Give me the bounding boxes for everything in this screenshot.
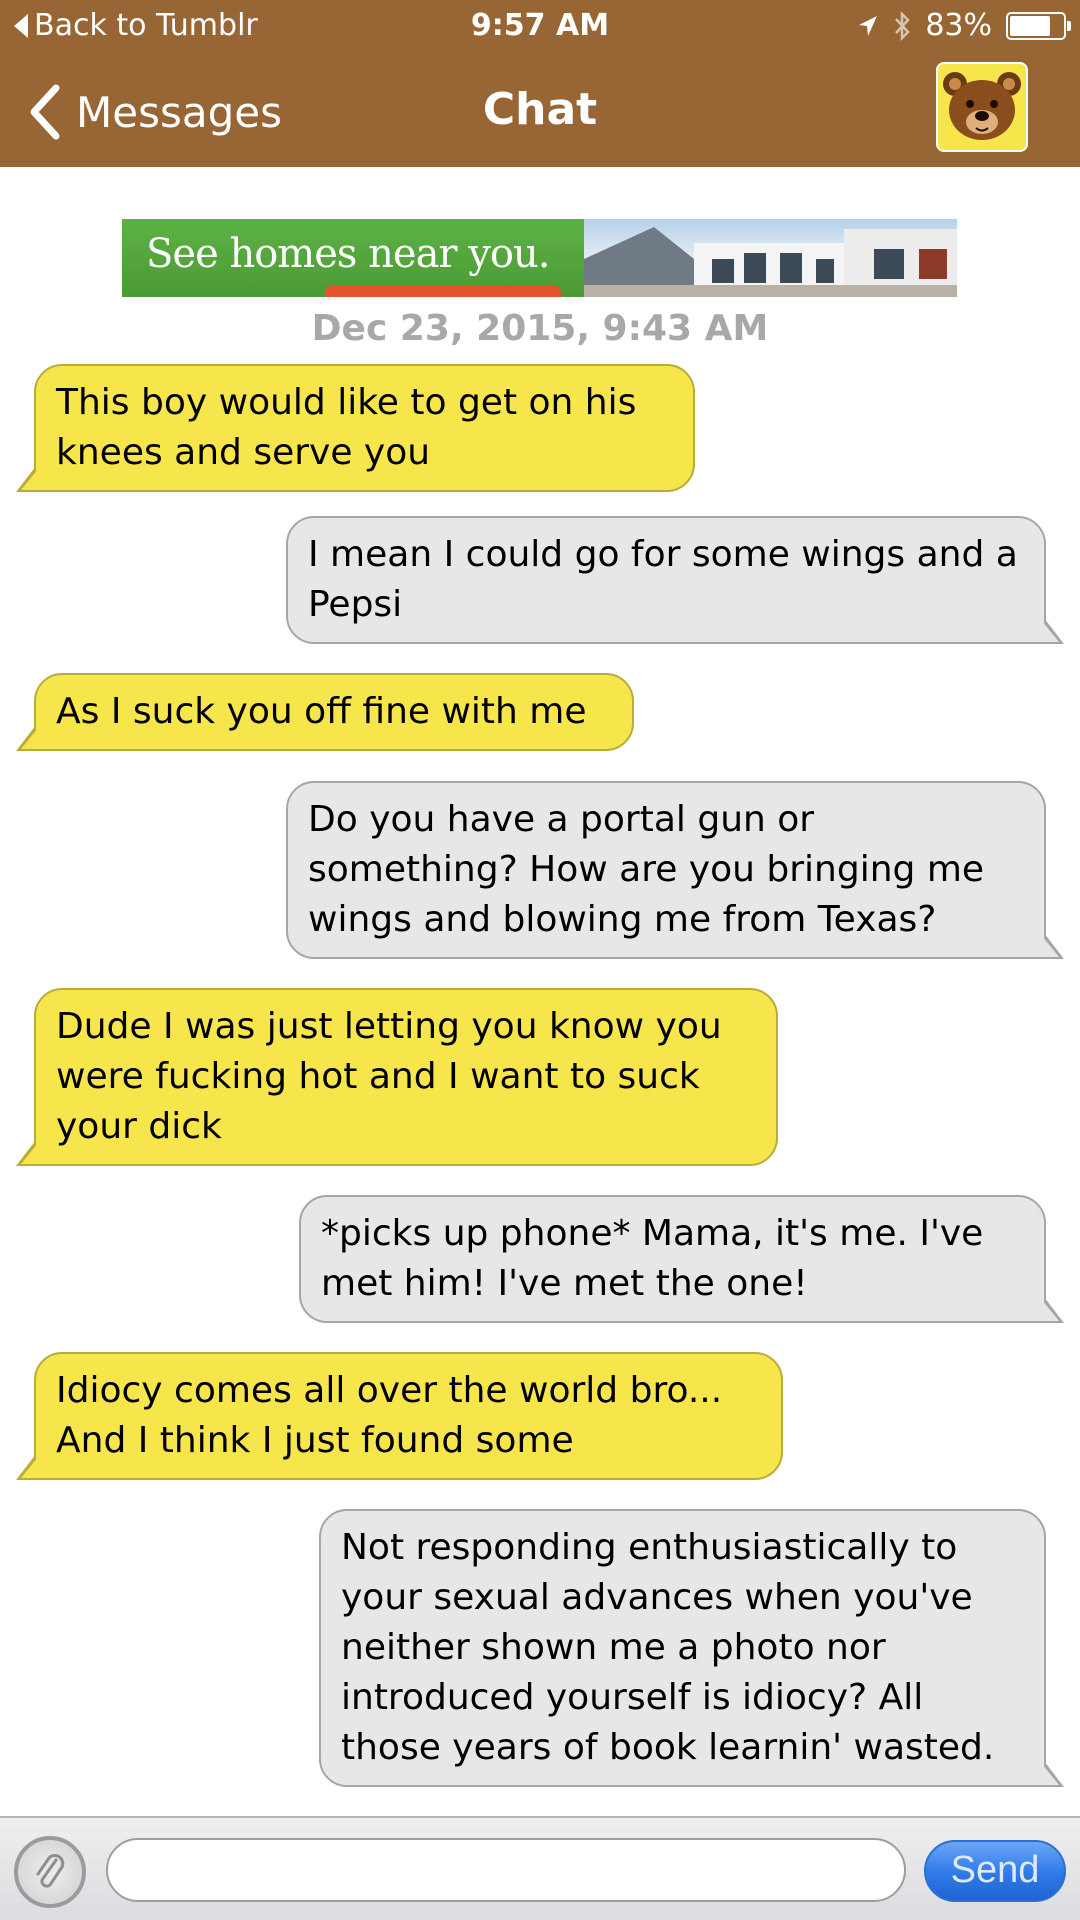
message-composer: Send [0, 1816, 1080, 1920]
app-header: Back to Tumblr 9:57 AM 83% Messages Chat [0, 0, 1080, 167]
location-arrow-icon [859, 15, 878, 36]
chevron-left-icon [30, 84, 60, 140]
battery-percent: 83% [925, 8, 992, 43]
attach-button[interactable] [14, 1836, 86, 1908]
profile-avatar-button[interactable] [936, 62, 1028, 152]
message-text: *picks up phone* Mama, it's me. I've met… [321, 1213, 984, 1304]
messages-back-button[interactable]: Messages [28, 84, 282, 140]
paperclip-icon [36, 1854, 65, 1888]
message-text: This boy would like to get on his knees … [56, 382, 637, 473]
message-bubble-incoming[interactable]: Idiocy comes all over the world bro... A… [16, 1352, 783, 1480]
bluetooth-icon [895, 10, 911, 41]
message-bubble-outgoing[interactable]: I mean I could go for some wings and a P… [286, 516, 1064, 644]
message-bubble-outgoing[interactable]: Not responding enthusiastically to your … [319, 1509, 1064, 1787]
message-text: Idiocy comes all over the world bro... A… [56, 1370, 723, 1461]
message-text: I mean I could go for some wings and a P… [308, 534, 1018, 625]
message-input[interactable] [106, 1838, 906, 1902]
battery-icon [1006, 11, 1071, 40]
ad-banner[interactable]: See homes near you. [122, 219, 957, 297]
send-button[interactable]: Send [924, 1840, 1066, 1902]
message-bubble-incoming[interactable]: This boy would like to get on his knees … [16, 364, 695, 492]
message-text: Do you have a portal gun or something? H… [308, 799, 985, 940]
message-text: Not responding enthusiastically to your … [341, 1527, 995, 1768]
ad-text: See homes near you. [146, 231, 550, 277]
conversation-timestamp: Dec 23, 2015, 9:43 AM [311, 308, 769, 349]
message-text: As I suck you off fine with me [56, 691, 587, 732]
message-bubble-incoming[interactable]: As I suck you off fine with me [16, 673, 634, 751]
message-bubble-outgoing[interactable]: Do you have a portal gun or something? H… [286, 781, 1064, 959]
status-right-group: 83% [857, 8, 1071, 43]
message-text: Dude I was just letting you know you wer… [56, 1006, 722, 1147]
bear-icon [943, 72, 1021, 140]
message-bubble-outgoing[interactable]: *picks up phone* Mama, it's me. I've met… [299, 1195, 1064, 1323]
ad-cta-button[interactable] [325, 285, 561, 297]
status-bar: Back to Tumblr 9:57 AM 83% [0, 0, 1080, 52]
ad-house-image [584, 219, 957, 297]
message-bubble-incoming[interactable]: Dude I was just letting you know you wer… [16, 988, 778, 1166]
battery-fill [1010, 15, 1050, 36]
messages-back-label: Messages [76, 87, 282, 137]
